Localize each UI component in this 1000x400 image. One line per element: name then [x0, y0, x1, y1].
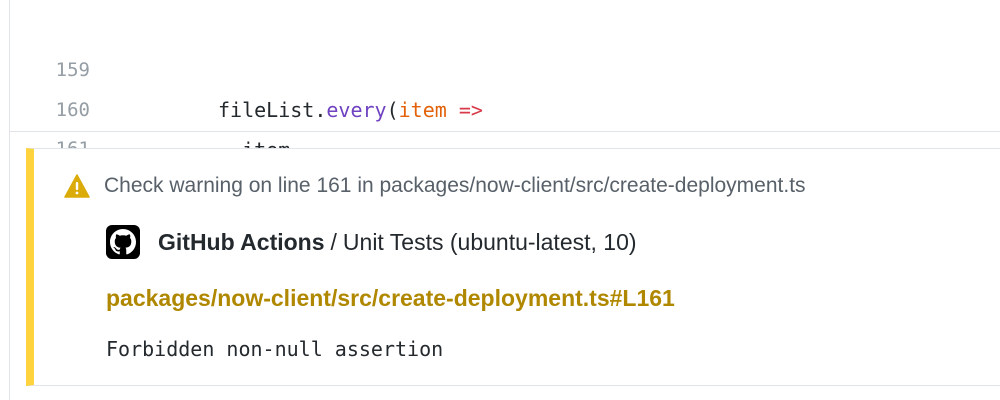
app-name: GitHub Actions [158, 228, 325, 255]
check-source: GitHub Actions / Unit Tests (ubuntu-late… [106, 225, 637, 259]
check-name: Unit Tests (ubuntu-latest, 10) [342, 228, 637, 255]
code-divider [10, 131, 1000, 132]
annotation-message: Forbidden non-null assertion [106, 337, 444, 361]
file-location-link[interactable]: packages/now-client/src/create-deploymen… [106, 285, 675, 312]
clipped-previous-line [350, 0, 610, 6]
diff-view: 159 fileList.every(item => 160 item 161 … [0, 0, 1000, 400]
separator: / [330, 228, 337, 255]
code-line-160: 160 item [10, 50, 1000, 162]
warning-text: Check warning on line 161 in packages/no… [104, 174, 806, 197]
check-annotation: Check warning on line 161 in packages/no… [26, 148, 1000, 386]
warning-icon [64, 174, 90, 198]
code-block: 159 fileList.every(item => 160 item 161 … [10, 0, 1000, 201]
code-line-161: 161 ? item [10, 89, 1000, 201]
github-logo-icon [106, 225, 140, 259]
github-mark-icon [110, 229, 136, 255]
code-line-159: 159 fileList.every(item => [10, 10, 1000, 122]
annotation-header: Check warning on line 161 in packages/no… [64, 171, 806, 201]
